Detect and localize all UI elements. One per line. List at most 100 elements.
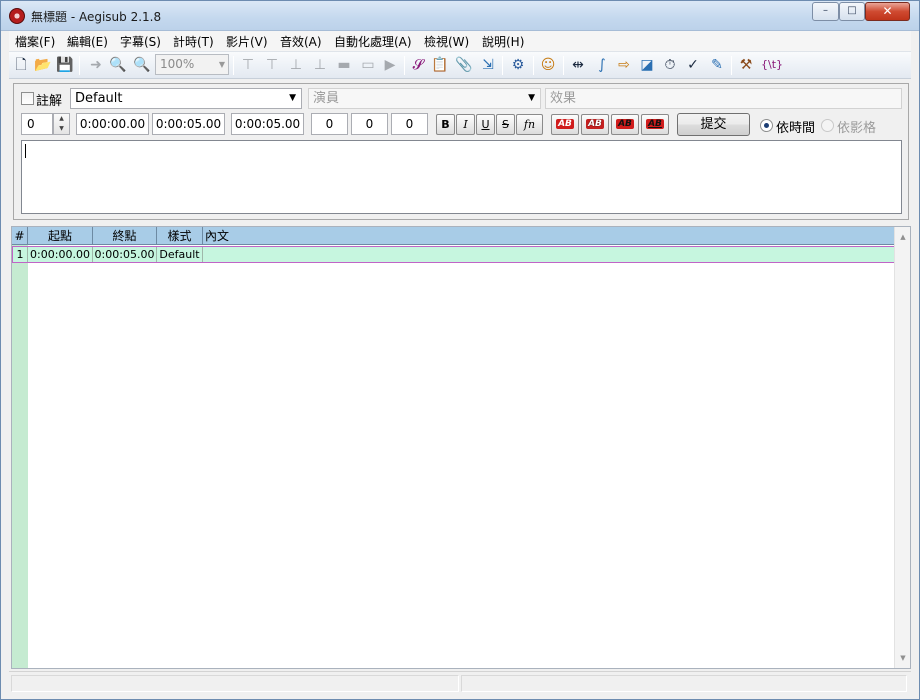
zoom-in-icon[interactable]: 🔍 [109, 56, 127, 74]
menu-timing[interactable]: 計時(T) [173, 33, 214, 50]
snap-end-icon[interactable]: ⊤ [263, 56, 281, 74]
effect-input[interactable]: 效果 [545, 88, 902, 109]
secondary-color-label: AB [586, 119, 604, 129]
menu-audio[interactable]: 音效(A) [280, 33, 322, 50]
header-text[interactable]: 內文 [203, 227, 895, 245]
subtitle-text-editor[interactable] [21, 140, 902, 214]
resample-icon[interactable]: ☺ [539, 56, 557, 74]
spell-check-icon[interactable]: ✓ [684, 56, 702, 74]
zoom-value: 100% [160, 57, 195, 71]
layer-input[interactable]: 0 [21, 113, 53, 135]
video-frame-icon[interactable]: ▭ [359, 56, 377, 74]
maximize-button[interactable]: □ [839, 2, 865, 21]
toolbar-separator [404, 56, 405, 75]
assistant-icon[interactable]: ✎ [708, 56, 726, 74]
tags-icon[interactable]: {\t} [761, 56, 783, 74]
translation-assistant-icon[interactable]: ◪ [638, 56, 656, 74]
window-title: 無標題 - Aegisub 2.1.8 [31, 10, 162, 24]
row-text [203, 247, 893, 262]
underline-button[interactable]: U [476, 114, 495, 135]
strikeout-button[interactable]: S [496, 114, 515, 135]
table-row[interactable]: 1 0:00:00.00 0:00:05.00 Default [12, 246, 895, 263]
shadow-color-button[interactable]: AB [641, 114, 669, 135]
commit-button[interactable]: 提交 [677, 113, 750, 136]
style-select[interactable]: Default ▼ [70, 88, 302, 109]
timer-icon[interactable]: ⏱ [661, 56, 679, 74]
toolbar-separator [563, 56, 564, 75]
actor-placeholder: 演員 [313, 91, 340, 106]
toolbar-separator [233, 56, 234, 75]
aegisub-app-icon[interactable] [9, 8, 25, 24]
secondary-color-button[interactable]: AB [581, 114, 609, 135]
menu-bar: 檔案(F) 編輯(E) 字幕(S) 計時(T) 影片(V) 音效(A) 自動化處… [9, 31, 911, 51]
chevron-down-icon: ▼ [289, 93, 296, 103]
minimize-button[interactable]: – [812, 2, 839, 21]
fonts-collector-icon[interactable]: ⇲ [479, 56, 497, 74]
header-number[interactable]: # [12, 227, 28, 245]
snap-start-icon[interactable]: ⊤ [239, 56, 257, 74]
by-frame-radio[interactable] [821, 119, 834, 132]
styles-manager-icon[interactable]: 𝓢 [409, 56, 427, 74]
new-file-icon[interactable]: 🗋 [12, 56, 30, 74]
italic-button[interactable]: I [456, 114, 475, 135]
toolbar-separator [502, 56, 503, 75]
video-camera-icon[interactable]: ▶ [381, 56, 399, 74]
header-end[interactable]: 終點 [93, 227, 157, 245]
scroll-down-icon[interactable]: ▼ [895, 650, 911, 666]
menu-view[interactable]: 檢視(W) [424, 33, 469, 50]
menu-file[interactable]: 檔案(F) [15, 33, 55, 50]
end-time-input[interactable]: 0:00:05.00 [152, 113, 225, 135]
zoom-out-icon[interactable]: 🔍 [133, 56, 151, 74]
properties-icon[interactable]: 📋 [431, 56, 449, 74]
grid-scrollbar[interactable]: ▲ ▼ [894, 227, 910, 668]
attachments-icon[interactable]: 📎 [455, 56, 473, 74]
row-end: 0:00:05.00 [93, 247, 157, 262]
comment-checkbox[interactable] [21, 92, 34, 105]
jump-to-icon[interactable]: ➜ [87, 56, 105, 74]
status-pane-left [11, 675, 459, 692]
margin-vertical-input[interactable]: 0 [391, 113, 428, 135]
timing-post-processor-icon[interactable]: ⇹ [569, 56, 587, 74]
main-toolbar: 🗋 📂 💾 ➜ 🔍 🔍 100% ▼ ⊤ ⊤ ⊥ ⊥ ▬ ▭ ▶ 𝓢 📋 📎 ⇲… [9, 51, 911, 79]
subtitle-edit-panel: 註解 Default ▼ 演員 ▼ 效果 0 ▲ ▼ 0:00:00.00 0:0… [13, 83, 909, 220]
font-button[interactable]: fn [516, 114, 543, 135]
toolbar-separator [533, 56, 534, 75]
snap-frame-icon[interactable]: ⊥ [311, 56, 329, 74]
style-value: Default [75, 91, 123, 106]
automation-icon[interactable]: ⚙ [509, 56, 527, 74]
by-time-radio[interactable] [760, 119, 773, 132]
comment-label: 註解 [36, 94, 63, 109]
menu-subtitle[interactable]: 字幕(S) [120, 33, 161, 50]
menu-video[interactable]: 影片(V) [226, 33, 268, 50]
bold-button[interactable]: B [436, 114, 455, 135]
toolbar-separator [731, 56, 732, 75]
primary-color-button[interactable]: AB [551, 114, 579, 135]
menu-help[interactable]: 說明(H) [482, 33, 524, 50]
header-style[interactable]: 樣式 [157, 227, 203, 245]
outline-color-label: AB [616, 119, 634, 129]
zoom-select[interactable]: 100% ▼ [155, 54, 229, 75]
subtitle-grid[interactable]: # 起點 終點 樣式 內文 1 0:00:00.00 0:00:05.00 De… [11, 226, 911, 669]
layer-spinner[interactable]: ▲ ▼ [53, 113, 70, 135]
menu-automation[interactable]: 自動化處理(A) [334, 33, 412, 50]
save-icon[interactable]: 💾 [56, 56, 74, 74]
shift-times-icon[interactable]: ⇨ [615, 56, 633, 74]
actor-select[interactable]: 演員 ▼ [308, 88, 541, 109]
scroll-up-icon[interactable]: ▲ [895, 229, 911, 245]
start-time-input[interactable]: 0:00:00.00 [76, 113, 149, 135]
snap-scene-icon[interactable]: ⊥ [287, 56, 305, 74]
open-folder-icon[interactable]: 📂 [34, 56, 52, 74]
margin-left-input[interactable]: 0 [311, 113, 348, 135]
margin-right-input[interactable]: 0 [351, 113, 388, 135]
menu-edit[interactable]: 編輯(E) [67, 33, 108, 50]
shadow-color-label: AB [646, 119, 664, 129]
kanji-timer-icon[interactable]: ∫ [593, 56, 611, 74]
title-bar: 無標題 - Aegisub 2.1.8 – □ ✕ [1, 1, 919, 31]
header-start[interactable]: 起點 [28, 227, 93, 245]
snap-video-icon[interactable]: ▬ [335, 56, 353, 74]
options-icon[interactable]: ⚒ [737, 56, 755, 74]
outline-color-button[interactable]: AB [611, 114, 639, 135]
close-button[interactable]: ✕ [865, 2, 910, 21]
duration-input[interactable]: 0:00:05.00 [231, 113, 304, 135]
grid-header: # 起點 終點 樣式 內文 [12, 227, 895, 245]
